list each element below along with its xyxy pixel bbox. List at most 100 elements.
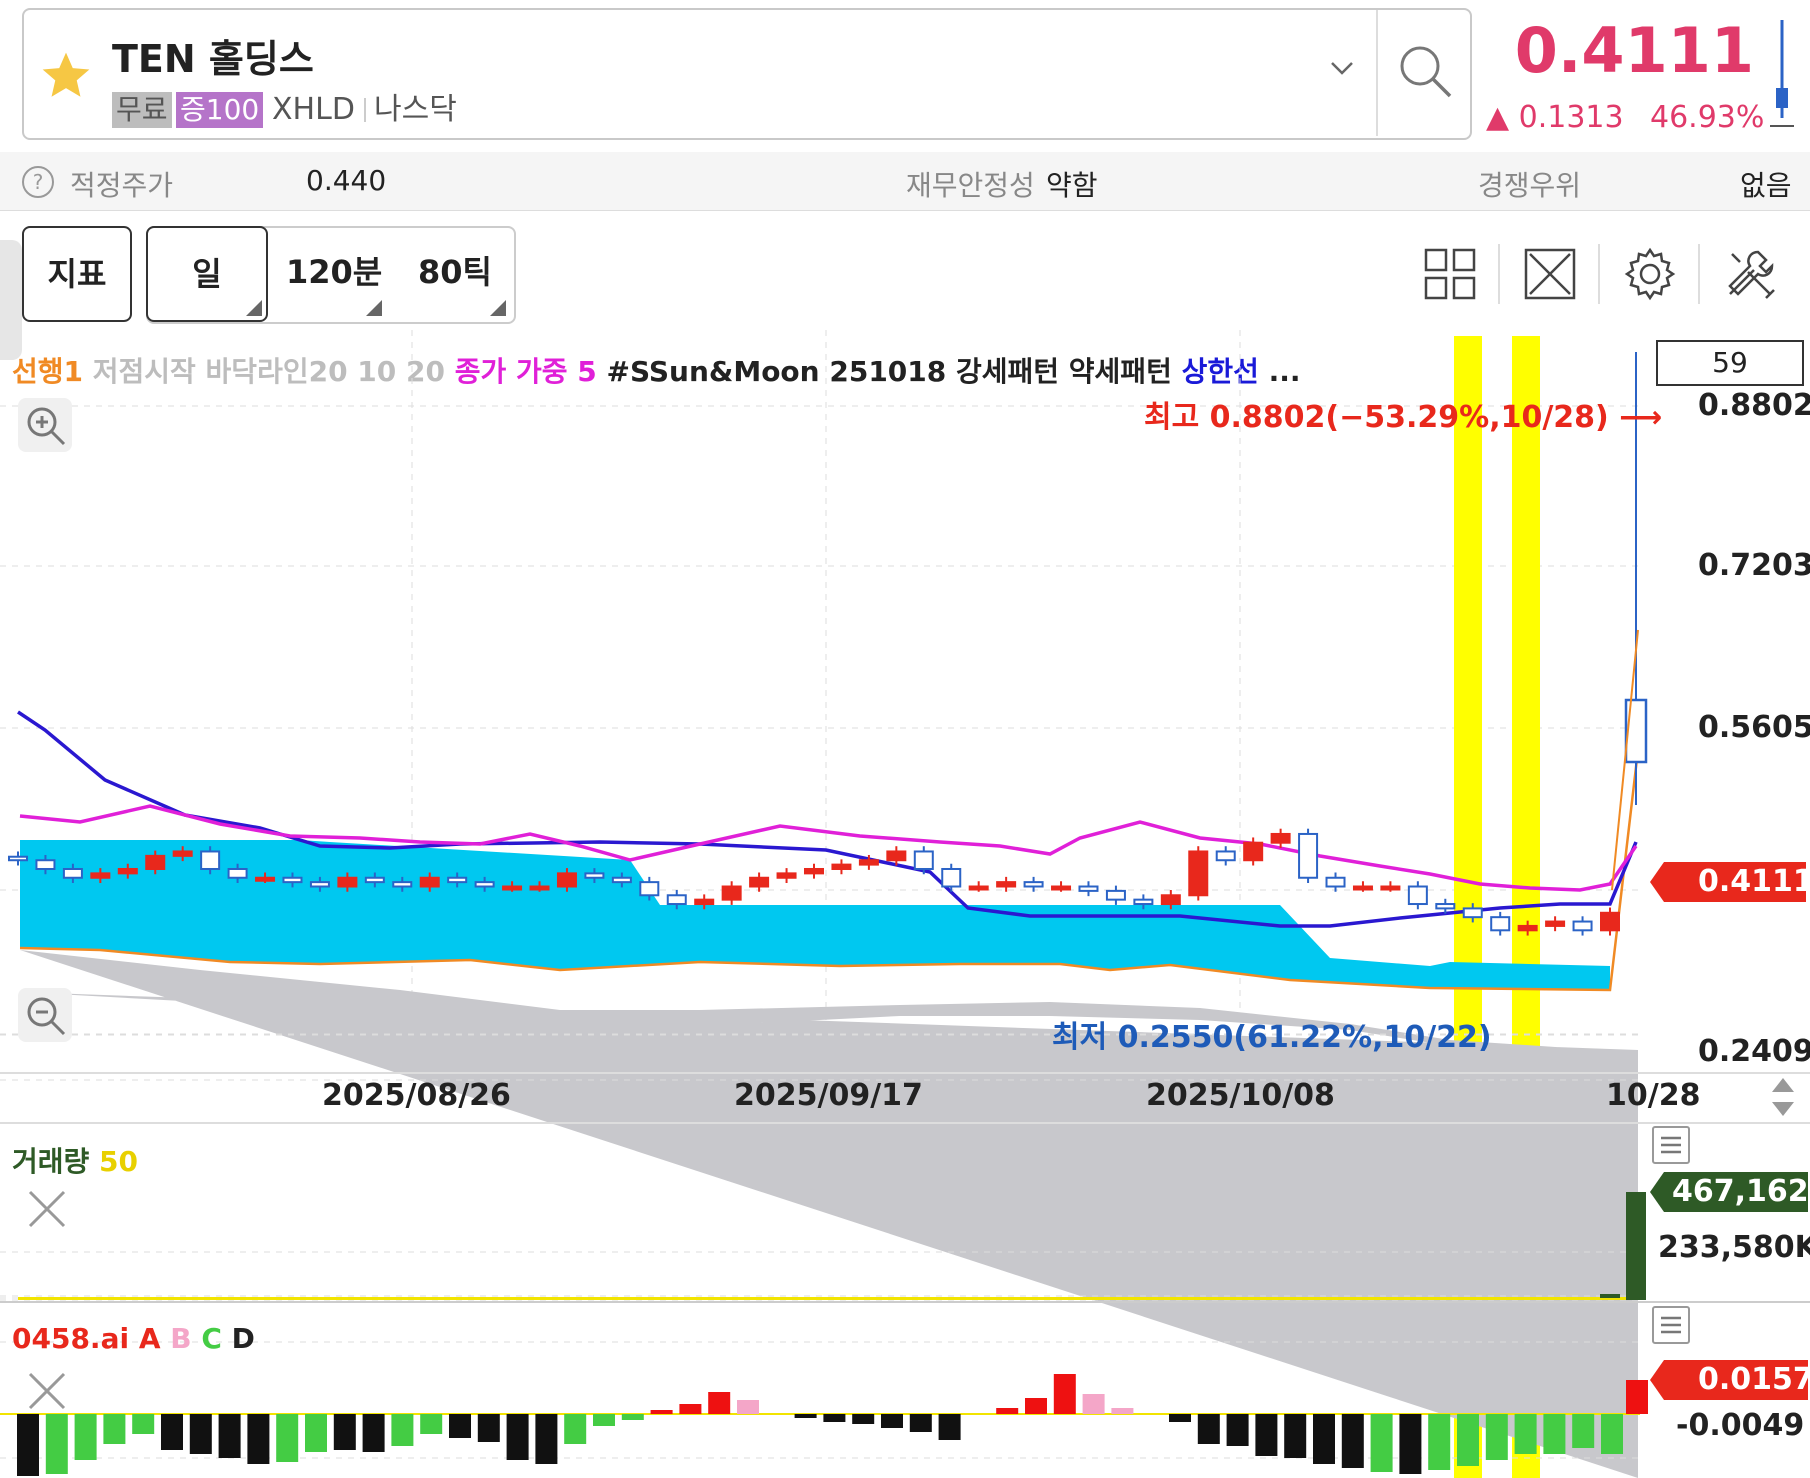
ai-bar (593, 1414, 615, 1426)
favorite-star-icon[interactable] (38, 48, 94, 104)
tools-icon[interactable] (1720, 244, 1780, 304)
ai-bar (218, 1414, 241, 1458)
search-icon[interactable] (1396, 42, 1456, 102)
indicator-button[interactable]: 지표 (22, 226, 132, 322)
candle-body (886, 850, 907, 862)
ai-bar (1169, 1414, 1191, 1422)
candle-body (1490, 916, 1511, 932)
ai-bar (1457, 1414, 1479, 1466)
ai-bar (1284, 1414, 1307, 1458)
candle-body (1462, 907, 1483, 919)
ai-bar (1226, 1414, 1249, 1446)
ai-bar (449, 1414, 471, 1438)
ai-bar (1255, 1414, 1278, 1456)
ai-bar (1543, 1414, 1566, 1454)
panel-menu-icon[interactable] (1652, 1126, 1690, 1164)
timeframe-80tick-button[interactable]: 80틱 (418, 226, 492, 318)
candle-body (831, 863, 852, 870)
ai-bar (679, 1404, 702, 1414)
candle-body (337, 876, 358, 888)
volume-ma-line (18, 1297, 1626, 1300)
price-change-percent: 46.93% (1650, 100, 1765, 135)
ai-bar (1601, 1414, 1623, 1454)
zoom-in-icon[interactable] (18, 398, 72, 452)
ai-bar (391, 1414, 414, 1446)
ai-b: B (170, 1322, 192, 1355)
volume-bar (1600, 1294, 1620, 1298)
ai-c: C (201, 1322, 222, 1355)
candle-body (721, 885, 742, 901)
ai-bar (1399, 1414, 1422, 1474)
stock-name: TEN 홀딩스 (112, 37, 314, 81)
layout-grid-icon[interactable] (1420, 244, 1480, 304)
candle-body (419, 876, 440, 888)
ai-bar (161, 1414, 183, 1450)
scroll-arrows-icon[interactable] (1770, 1076, 1796, 1118)
candle-body (1572, 920, 1593, 932)
chevron-down-icon[interactable] (1330, 60, 1354, 76)
ai-bar (996, 1408, 1019, 1414)
close-icon[interactable] (24, 1186, 70, 1232)
ai-bar (1053, 1374, 1076, 1414)
ai-d: D (231, 1322, 255, 1355)
candle-body (1435, 903, 1456, 910)
x-date-label: 2025/10/08 (1146, 1078, 1335, 1113)
ai-value-tag: 0.0157 (1698, 1362, 1810, 1397)
candle-body (858, 859, 879, 866)
ai-bar (1341, 1414, 1364, 1468)
candle-body (749, 876, 770, 888)
volume-mid-label: 233,580K (1658, 1230, 1810, 1265)
fullscreen-icon[interactable] (1520, 244, 1580, 304)
chart-canvas[interactable] (0, 330, 1810, 1478)
tag-free: 무료 (112, 92, 172, 128)
ai-bar (506, 1414, 529, 1460)
candle-body (35, 859, 56, 870)
high-label: 최고 0.8802(−53.29%,10/28) ⟶ (1144, 400, 1663, 435)
volume-title: 거래량 50 (12, 1140, 138, 1180)
candle-body (776, 872, 797, 879)
candle-body (1215, 850, 1236, 862)
candle-body (1600, 911, 1620, 932)
ai-bar (276, 1414, 299, 1462)
candle-body (529, 885, 550, 891)
candle-body (309, 881, 330, 888)
ai-bar (362, 1414, 385, 1452)
candle-body (639, 881, 660, 897)
candle-body (556, 872, 577, 888)
corner-indicator (490, 300, 506, 316)
candle-body (227, 867, 248, 879)
ichimoku-cloud (20, 840, 1610, 990)
ai-bar (74, 1414, 97, 1460)
settings-gear-icon[interactable] (1620, 244, 1680, 304)
candle-body (694, 898, 715, 906)
ai-bar (1313, 1414, 1335, 1464)
close-icon[interactable] (24, 1368, 70, 1414)
ai-bar (17, 1414, 39, 1476)
candle-body (1051, 885, 1072, 891)
candle-body (996, 881, 1017, 888)
help-icon[interactable]: ? (22, 166, 54, 198)
ai-bar (103, 1414, 126, 1444)
ai-bar (650, 1410, 673, 1414)
ai-bar (247, 1414, 270, 1464)
candle-body (584, 872, 605, 879)
ai-bar (420, 1414, 443, 1434)
panel-menu-icon[interactable] (1652, 1306, 1690, 1344)
current-price: 0.4111 (1514, 14, 1754, 87)
candle-body (172, 850, 193, 857)
y-tick: 0.8802 (1698, 388, 1810, 423)
ai-bar (1572, 1414, 1595, 1448)
zoom-out-icon[interactable] (18, 988, 72, 1042)
candle-body (1517, 924, 1538, 932)
ai-bar (938, 1414, 961, 1440)
candle-body (1407, 885, 1428, 906)
candle-body (1133, 898, 1154, 906)
candle-body (1023, 881, 1044, 888)
market-name: 나스닥 (374, 92, 457, 127)
candle-body (1624, 698, 1648, 764)
current-price-tag: 0.4111 (1698, 864, 1810, 899)
volume-title-label: 거래량 (12, 1145, 90, 1178)
y-tick: 0.2409 (1698, 1034, 1810, 1069)
ai-bar (1514, 1414, 1537, 1454)
candle-body (1078, 885, 1099, 892)
